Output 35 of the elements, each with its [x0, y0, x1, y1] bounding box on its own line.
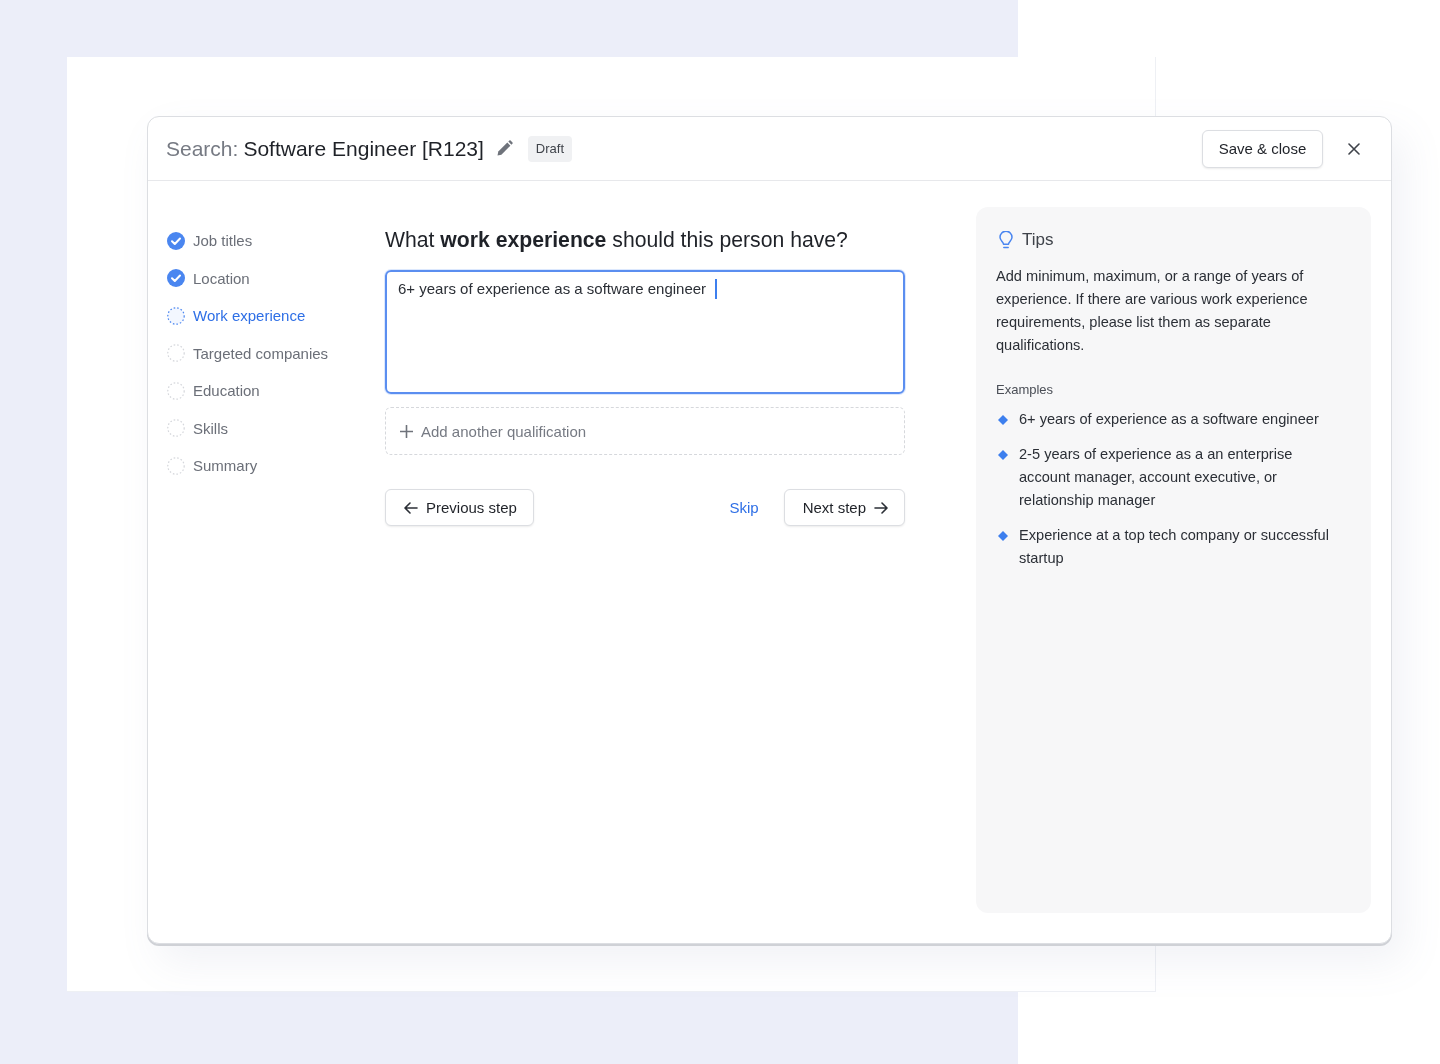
example-text: 6+ years of experience as a software engineer — [1019, 410, 1320, 429]
qualification-field[interactable]: 6+ years of experience as a software engineer — [385, 270, 905, 394]
question-heading: What work experience should this person have? — [385, 228, 849, 252]
search-label: Search: — [166, 136, 239, 161]
previous-step-button[interactable]: Previous step — [385, 489, 534, 526]
example-text: Experience at a top tech company or successful startup — [1019, 526, 1330, 568]
status-badge: Draft — [527, 135, 573, 162]
arrow-left-icon — [404, 501, 418, 514]
step-item[interactable]: Work experience — [167, 297, 385, 335]
step-item[interactable]: Skills — [167, 409, 385, 447]
next-step-button[interactable]: Next step — [783, 489, 905, 526]
examples-label: Examples — [996, 381, 1055, 399]
skip-link[interactable]: Skip — [729, 499, 759, 516]
diamond-icon — [998, 449, 1008, 460]
lightbulb-icon — [999, 230, 1013, 250]
pencil-icon — [495, 140, 513, 157]
tips-text: Add minimum, maximum, or a range of years of experience. If there are various work experience requirements, please list them as separate qualifications. — [996, 267, 1309, 355]
step-item[interactable]: Location — [167, 259, 385, 297]
diamond-icon — [998, 530, 1008, 541]
diamond-icon — [998, 414, 1008, 425]
edit-button[interactable] — [495, 140, 513, 157]
close-button[interactable] — [1348, 142, 1360, 155]
add-qualification-button[interactable]: Add another qualification — [385, 407, 905, 455]
arrow-right-icon — [874, 501, 888, 514]
step-item[interactable]: Education — [167, 372, 385, 410]
save-close-button[interactable]: Save & close — [1202, 129, 1323, 168]
text-cursor-icon — [715, 279, 717, 299]
step-item[interactable]: Job titles — [167, 222, 385, 260]
plus-icon — [400, 424, 413, 438]
example-text: 2-5 years of experience as a an enterprise account manager, account executive, or relationship manager — [1019, 445, 1294, 510]
step-item[interactable]: Targeted companies — [167, 334, 385, 372]
tips-title: Tips — [1022, 230, 1054, 250]
step-item[interactable]: Summary — [167, 447, 385, 485]
close-icon — [1348, 142, 1360, 155]
window-title: Software Engineer [R123] — [243, 136, 484, 161]
